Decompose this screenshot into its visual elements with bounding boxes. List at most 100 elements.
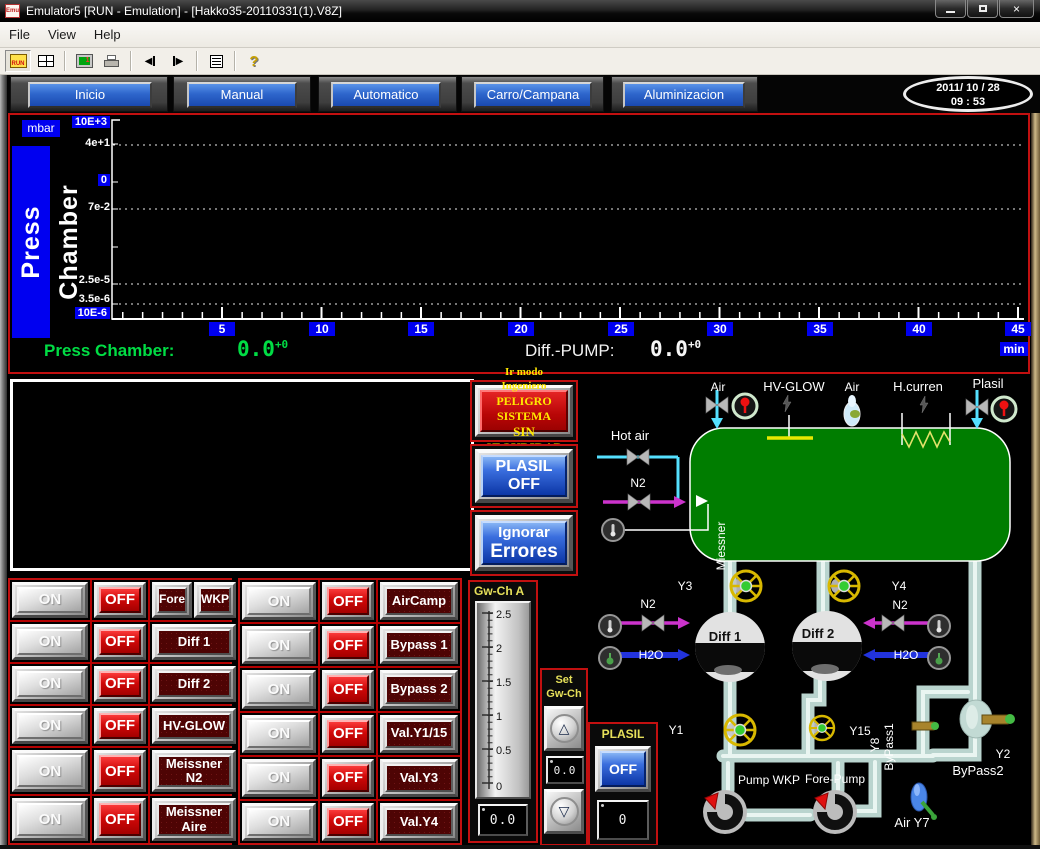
window-edge-bottom (0, 845, 1040, 849)
meissner-aire-indicator-button[interactable]: Meissner Aire (157, 803, 231, 836)
y15-handwheel-valve-icon (810, 716, 834, 740)
meissner-n2-on-button[interactable]: ON (17, 755, 83, 788)
svg-text:Air: Air (711, 380, 726, 394)
diff-pump-readout-label: Diff.-PUMP: (525, 341, 614, 361)
plasil-gauge-icon (992, 397, 1016, 421)
x-axis-unit: min (1000, 342, 1028, 356)
meissner-aire-off-button[interactable]: OFF (99, 803, 141, 836)
n2-flow-arrow-icon (674, 496, 686, 508)
plasil-toggle-button[interactable]: OFF (600, 751, 646, 787)
tab-aluminizacion[interactable]: Aluminizacion (623, 82, 745, 108)
tab-carro-campana[interactable]: Carro/Campana (474, 82, 592, 108)
diff1-off-button[interactable]: OFF (99, 629, 141, 655)
hv-glow-bolt-icon (783, 395, 791, 412)
diff2-off-button[interactable]: OFF (99, 671, 141, 697)
aircamp-off-button[interactable]: OFF (327, 587, 369, 615)
meissner-n2-indicator-button[interactable]: Meissner N2 (157, 755, 231, 788)
diff2-indicator-button[interactable]: Diff 2 (157, 671, 231, 697)
val-y1-15-indicator-button[interactable]: Val.Y1/15 (385, 720, 453, 748)
aircamp-indicator-button[interactable]: AirCamp (385, 587, 453, 615)
air-y7-valve: Air Y7 (894, 783, 937, 830)
svg-text:HV-GLOW: HV-GLOW (763, 379, 825, 394)
y-axis-label: 2.5e-5 (36, 274, 110, 286)
window-layout-icon (38, 55, 54, 67)
minimize-icon (946, 11, 955, 13)
application-window: Emu Emulator5 [RUN - Emulation] - [Hakko… (0, 0, 1040, 849)
svg-text:Y8: Y8 (868, 737, 882, 752)
menu-view[interactable]: View (39, 27, 85, 42)
y15-label: Y15 (849, 724, 871, 738)
fore-wkp-off-button[interactable]: OFF (99, 587, 141, 613)
help-button[interactable]: ? (241, 50, 267, 72)
wkp-indicator-button[interactable]: WKP (199, 587, 231, 613)
set-gwch-up-button[interactable]: △ (544, 706, 584, 751)
bypass1-off-button[interactable]: OFF (327, 631, 369, 659)
x-axis-tick: 10 (309, 322, 335, 336)
ignore-errors-button[interactable]: Ignorar Errores (481, 521, 567, 565)
miessner-label: Miessner (714, 522, 728, 571)
step-back-button[interactable]: ◀ (137, 50, 163, 72)
arrow-down-icon: ▽ (550, 797, 579, 826)
val-y1-15-on-button[interactable]: ON (247, 720, 311, 748)
val-y4-off-button[interactable]: OFF (327, 808, 369, 836)
val-y3-on-button[interactable]: ON (247, 764, 311, 792)
meissner-n2-off-button[interactable]: OFF (99, 755, 141, 788)
plasil-panel-title: PLASIL (590, 727, 656, 741)
val-y4-on-button[interactable]: ON (247, 808, 311, 836)
ignore-errors-frame: Ignorar Errores (470, 510, 578, 576)
y3-handwheel-valve-icon (731, 571, 761, 601)
monitor-icon: 1 (77, 55, 92, 67)
run-icon: RUN (10, 54, 27, 68)
tab-automatico[interactable]: Automatico (331, 82, 441, 108)
meissner-aire-on-button[interactable]: ON (17, 803, 83, 836)
fore-wkp-on-button[interactable]: ON (17, 587, 83, 613)
val-y3-off-button[interactable]: OFF (327, 764, 369, 792)
val-y4-indicator-button[interactable]: Val.Y4 (385, 808, 453, 836)
svg-text:ByPass2: ByPass2 (952, 763, 1003, 778)
bypass2-off-button[interactable]: OFF (327, 675, 369, 703)
hv-glow-off-button[interactable]: OFF (99, 713, 141, 739)
x-axis-tick: 25 (608, 322, 634, 336)
bypass1-on-button[interactable]: ON (247, 631, 311, 659)
help-icon: ? (249, 53, 258, 70)
toolbar: RUN 1 ◀ ▶ ? (0, 48, 1040, 75)
diff2-on-button[interactable]: ON (17, 671, 83, 697)
tab-manual[interactable]: Manual (187, 82, 297, 108)
monitor-button[interactable]: 1 (71, 50, 97, 72)
step-forward-button[interactable]: ▶ (165, 50, 191, 72)
minimize-button[interactable] (935, 0, 966, 18)
tab-inicio[interactable]: Inicio (28, 82, 152, 108)
engineer-mode-button[interactable]: Ir modo Ingeniero PELIGRO SISTEMA SIN SE… (480, 390, 568, 432)
log-button[interactable] (203, 50, 229, 72)
val-y3-indicator-button[interactable]: Val.Y3 (385, 764, 453, 792)
menu-help[interactable]: Help (85, 27, 130, 42)
print-button[interactable] (99, 50, 125, 72)
plasil-off-button[interactable]: PLASIL OFF (481, 455, 567, 497)
y-axis-label: 7e-2 (36, 201, 110, 213)
hv-glow-indicator-button[interactable]: HV-GLOW (157, 713, 231, 739)
pump-wkp-icon (703, 790, 747, 834)
svg-text:Air Y7: Air Y7 (894, 815, 929, 830)
bypass2-indicator-button[interactable]: Bypass 2 (385, 675, 453, 703)
val-y1-15-off-button[interactable]: OFF (327, 720, 369, 748)
x-axis-tick: 35 (807, 322, 833, 336)
set-gwch-panel: Set Gw-Ch △ 0.0 ▽ (540, 668, 588, 846)
close-button[interactable]: × (999, 0, 1034, 18)
bypass2-on-button[interactable]: ON (247, 675, 311, 703)
bypass1-indicator-button[interactable]: Bypass 1 (385, 631, 453, 659)
menu-file[interactable]: File (0, 27, 39, 42)
set-gwch-down-button[interactable]: ▽ (544, 789, 584, 834)
fore-indicator-button[interactable]: Fore (157, 587, 187, 613)
diff1-indicator-button[interactable]: Diff 1 (157, 629, 231, 655)
y-axis-label: 3.5e-6 (36, 293, 110, 305)
aircamp-on-button[interactable]: ON (247, 587, 311, 615)
air-inlet-2: Air (844, 380, 860, 426)
control-grid-left: ON OFF Fore WKP ON OFF Diff 1 ON OFF Dif… (8, 578, 232, 845)
diff1-on-button[interactable]: ON (17, 629, 83, 655)
diff-pump-1: Diff 1 (695, 612, 765, 682)
menu-bar: File View Help (0, 22, 1040, 48)
hv-glow-on-button[interactable]: ON (17, 713, 83, 739)
window-layout-button[interactable] (33, 50, 59, 72)
maximize-button[interactable] (967, 0, 998, 18)
run-mode-button[interactable]: RUN (5, 50, 31, 72)
